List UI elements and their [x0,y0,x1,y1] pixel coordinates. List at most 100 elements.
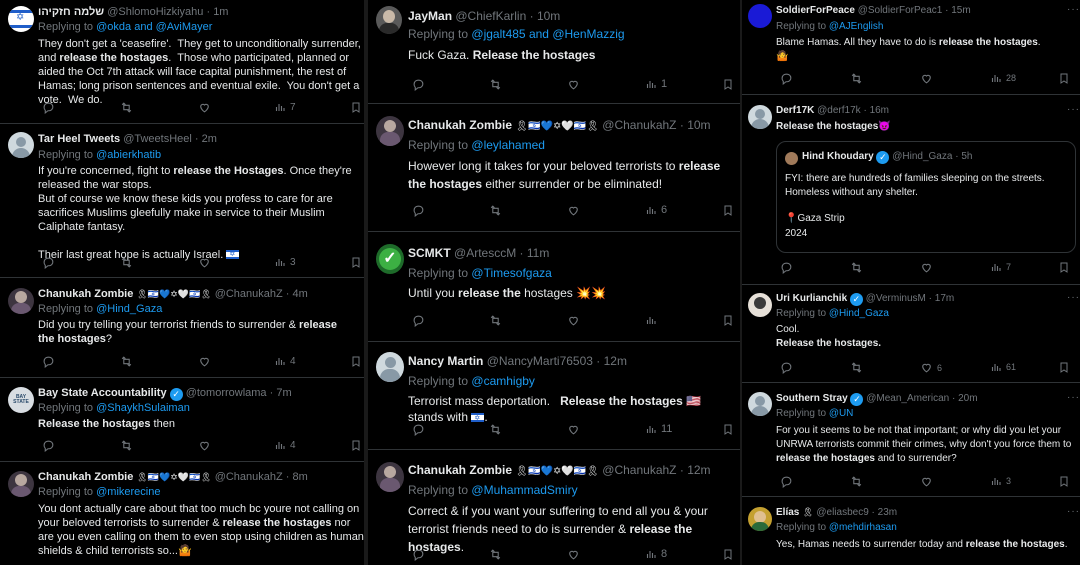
avatar[interactable] [376,352,404,382]
avatar[interactable] [376,462,404,492]
user-handle[interactable]: @ArtesccM [454,246,516,260]
tweet-card[interactable]: Tar Heel Tweets @TweetsHeel · 2m Replyin… [0,124,364,278]
user-handle[interactable]: @ShlomoHizkiyahu [107,6,203,18]
tweet-card[interactable]: Chanukah Zombie 🎗🇮🇱💙✡🤍🇮🇱🎗 @ChanukahZ · 1… [368,104,740,232]
views-button[interactable]: 3 [270,256,296,268]
mention-link[interactable]: @okda [96,21,131,33]
views-button[interactable]: 7 [270,101,296,113]
quoted-tweet[interactable]: Hind Khoudary ✓ @Hind_Gaza · 5h FYI: the… [776,141,1076,253]
more-options-icon[interactable]: ··· [1067,392,1080,403]
display-name[interactable]: Bay State Accountability [38,387,167,399]
views-button[interactable]: 4 [270,439,296,451]
like-button[interactable] [194,256,211,269]
views-button[interactable]: 61 [986,361,1016,373]
bookmark-button[interactable] [1054,475,1070,488]
user-handle[interactable]: @ChanukahZ [215,471,283,483]
display-name[interactable]: Chanukah Zombie [38,471,133,483]
more-options-icon[interactable]: ··· [1067,4,1080,15]
avatar[interactable] [8,132,34,158]
timestamp[interactable]: 12m [604,354,627,368]
like-button[interactable] [563,204,580,217]
views-button[interactable]: 7 [986,261,1011,273]
user-handle[interactable]: @ChiefKarlin [455,9,526,23]
display-name[interactable]: Chanukah Zombie [408,118,512,132]
avatar[interactable] [376,6,402,34]
timestamp[interactable]: 12m [687,463,710,477]
tweet-card[interactable]: Chanukah Zombie 🎗🇮🇱💙✡🤍🇮🇱🎗 @ChanukahZ · 8… [0,462,364,565]
tweet-card[interactable]: BAY STATE Bay State Accountability ✓ @to… [0,378,364,462]
repost-button[interactable] [846,475,863,488]
timestamp[interactable]: 15m [951,5,970,16]
user-handle[interactable]: @ChanukahZ [602,463,676,477]
bookmark-button[interactable] [718,204,734,217]
bookmark-button[interactable] [1054,361,1070,374]
display-name[interactable]: Uri Kurlianchik [776,293,847,304]
tweet-card[interactable]: Chanukah Zombie 🎗🇮🇱💙✡🤍🇮🇱🎗 @ChanukahZ · 4… [0,278,364,378]
views-button[interactable]: 3 [986,475,1011,487]
repost-button[interactable] [485,423,502,436]
tweet-card[interactable]: ✓ SCMKT @ArtesccM · 11m Replying to @Tim… [368,232,740,342]
display-name[interactable]: Tar Heel Tweets [38,133,120,145]
like-button[interactable] [194,101,211,114]
bookmark-button[interactable] [346,355,362,368]
timestamp[interactable]: 11m [527,246,549,260]
user-handle[interactable]: @ChanukahZ [602,118,676,132]
mention-link[interactable]: @Hind_Gaza [829,308,889,319]
views-button[interactable] [641,314,661,326]
mention-link[interactable]: @Timesofgaza [471,266,551,280]
repost-button[interactable] [485,78,502,91]
repost-button[interactable] [846,72,863,85]
like-button[interactable] [916,261,933,274]
user-handle[interactable]: @ChanukahZ [215,288,283,300]
views-button[interactable]: 28 [986,72,1016,84]
bookmark-button[interactable] [1054,261,1070,274]
tweet-card[interactable]: Elías 🎗 @eliasbec9 · 23m Replying to @me… [742,497,1080,565]
mention-link[interactable]: @AviMayer [156,21,213,33]
tweet-card[interactable]: Nancy Martin @NancyMarti76503 · 12m Repl… [368,342,740,450]
display-name[interactable]: JayMan [408,9,452,23]
display-name[interactable]: שלמה חזקיהו [38,6,104,18]
avatar[interactable]: ✓ [376,244,404,274]
like-button[interactable] [916,72,933,85]
mention-link[interactable]: @HenMazzig [552,27,624,41]
timestamp[interactable]: 8m [293,471,308,483]
repost-button[interactable] [116,355,133,368]
bookmark-button[interactable] [346,256,362,269]
bookmark-button[interactable] [718,78,734,91]
user-handle[interactable]: @Mean_American [866,393,949,404]
timestamp[interactable]: 1m [213,6,228,18]
views-button[interactable]: 1 [641,78,667,90]
more-options-icon[interactable]: ··· [1067,292,1080,303]
like-button[interactable] [194,355,211,368]
bookmark-button[interactable] [346,101,362,114]
mention-link[interactable]: @mehdirhasan [829,522,897,533]
display-name[interactable]: Elías [776,507,799,518]
reply-button[interactable] [408,548,425,561]
avatar[interactable] [785,152,798,165]
display-name[interactable]: SoldierForPeace [776,5,855,16]
tweet-card[interactable]: Chanukah Zombie 🎗🇮🇱💙✡🤍🇮🇱🎗 @ChanukahZ · 1… [368,450,740,565]
timestamp[interactable]: 17m [935,293,954,304]
timestamp[interactable]: 23m [878,507,897,518]
reply-button[interactable] [408,423,425,436]
like-button[interactable] [563,78,580,91]
avatar[interactable]: ✡ [8,6,34,32]
avatar[interactable] [748,507,772,531]
mention-link[interactable]: @jgalt485 [471,27,525,41]
display-name[interactable]: SCMKT [408,246,451,260]
views-button[interactable]: 8 [641,548,667,560]
tweet-card[interactable]: ✡ שלמה חזקיהו @ShlomoHizkiyahu · 1m Repl… [0,0,364,124]
like-button[interactable] [563,314,580,327]
avatar[interactable]: BAY STATE [8,387,34,413]
tweet-card[interactable]: Southern Stray ✓ @Mean_American · 20m Re… [742,383,1080,497]
like-button[interactable]: 6 [916,361,942,374]
repost-button[interactable] [846,361,863,374]
tweet-card[interactable]: SoldierForPeace @SoldierForPeac1 · 15m R… [742,0,1080,95]
timestamp[interactable]: 20m [958,393,977,404]
reply-button[interactable] [38,355,55,368]
display-name[interactable]: Nancy Martin [408,354,483,368]
like-button[interactable] [563,548,580,561]
reply-button[interactable] [776,361,793,374]
display-name[interactable]: Southern Stray [776,393,848,404]
user-handle[interactable]: @TweetsHeel [123,133,192,145]
